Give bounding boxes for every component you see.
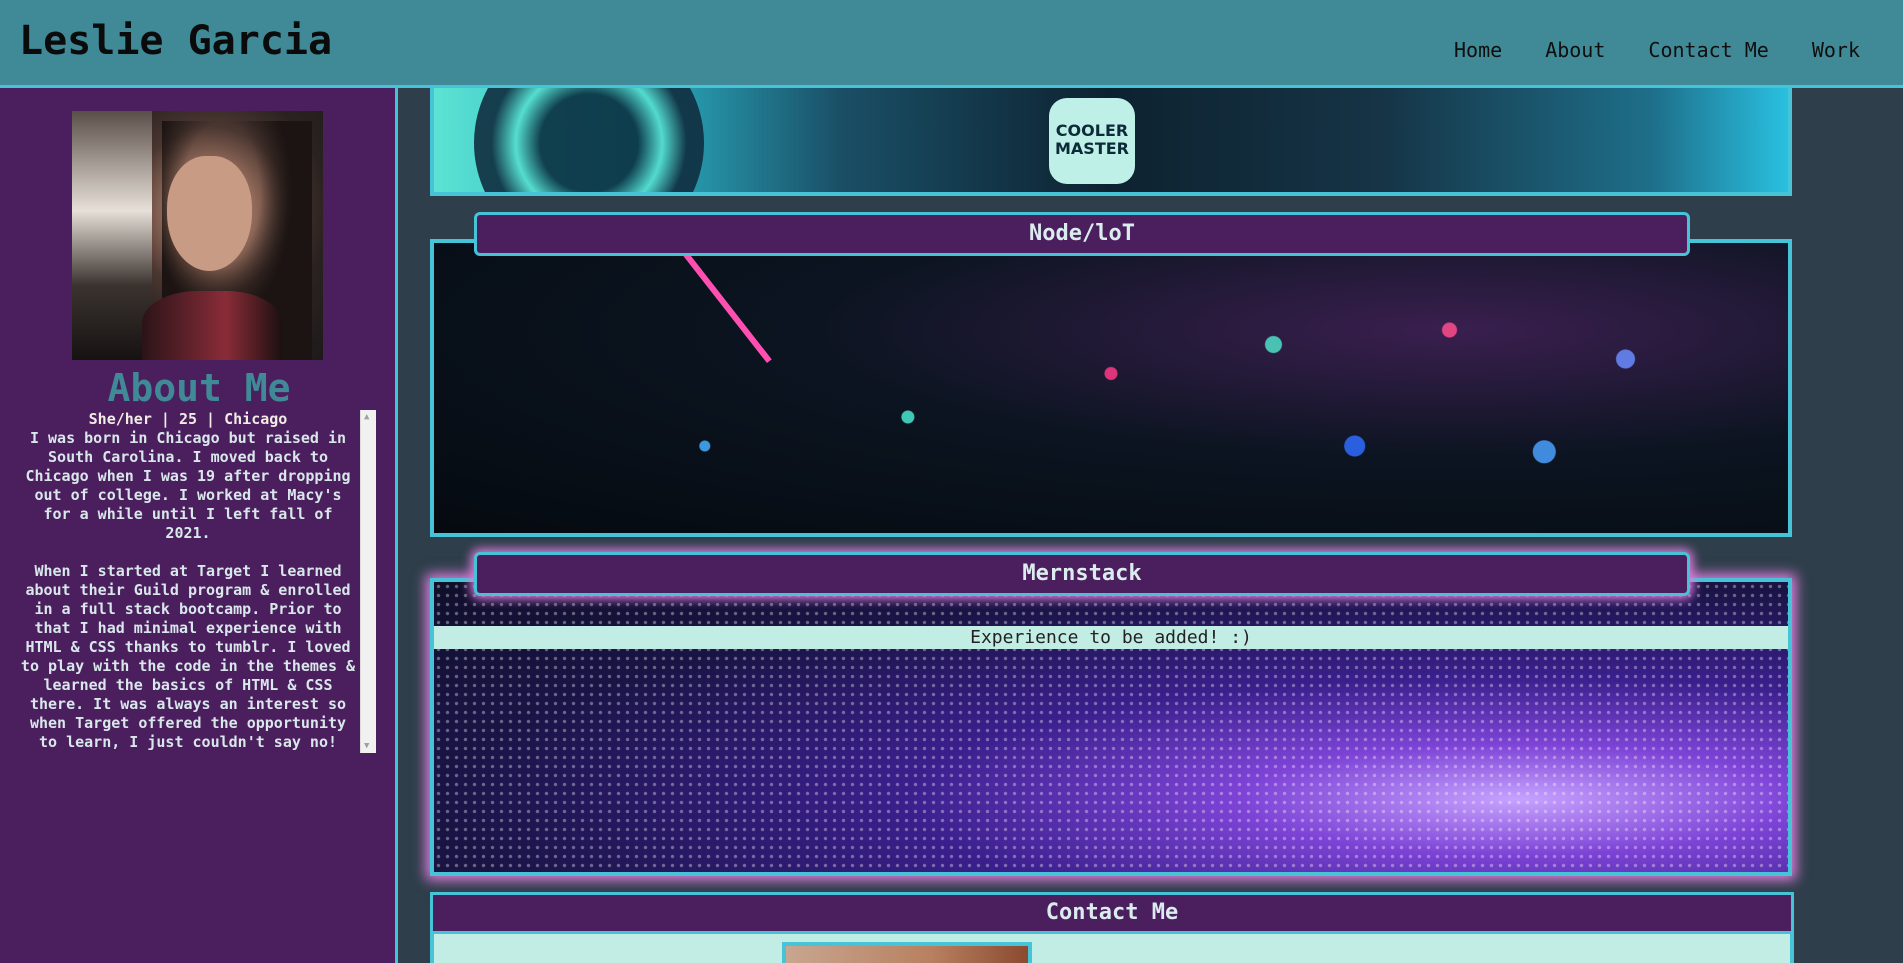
nav-about-link[interactable]: About bbox=[1545, 38, 1605, 62]
about-bio: I was born in Chicago but raised in Sout… bbox=[20, 429, 356, 751]
work-card-image-mesh[interactable] bbox=[430, 578, 1792, 876]
work-card-label-mern[interactable]: Mernstack bbox=[474, 552, 1690, 596]
nav-contact-link[interactable]: Contact Me bbox=[1648, 38, 1768, 62]
work-card-label-node[interactable]: Node/loT bbox=[474, 212, 1690, 256]
about-sidebar: About Me She/her | 25 | Chicago I was bo… bbox=[0, 88, 398, 963]
profile-photo bbox=[72, 111, 323, 360]
about-scroll-area[interactable]: She/her | 25 | Chicago I was born in Chi… bbox=[18, 410, 376, 753]
contact-photo bbox=[782, 942, 1032, 963]
site-title: Leslie Garcia bbox=[19, 18, 333, 64]
work-card-image-pc: COOLER MASTER bbox=[430, 88, 1792, 196]
scroll-down-icon[interactable]: ▼ bbox=[364, 741, 369, 751]
about-scrollbar[interactable]: ▲ ▼ bbox=[360, 410, 376, 753]
scroll-up-icon[interactable]: ▲ bbox=[364, 412, 369, 422]
main-nav: Home About Contact Me Work bbox=[1411, 38, 1860, 62]
experience-note: Experience to be added! :) bbox=[434, 626, 1788, 649]
contact-panel bbox=[430, 934, 1794, 963]
nav-home-link[interactable]: Home bbox=[1454, 38, 1502, 62]
work-card-image-keyboard[interactable] bbox=[430, 239, 1792, 537]
about-subheading: She/her | 25 | Chicago bbox=[88, 410, 288, 428]
about-heading: About Me bbox=[107, 366, 291, 410]
cooler-master-logo: COOLER MASTER bbox=[1049, 98, 1135, 184]
scroll-thumb[interactable] bbox=[364, 426, 373, 726]
site-header: Leslie Garcia Home About Contact Me Work bbox=[0, 0, 1903, 88]
nav-work-link[interactable]: Work bbox=[1812, 38, 1860, 62]
contact-heading: Contact Me bbox=[430, 892, 1794, 934]
